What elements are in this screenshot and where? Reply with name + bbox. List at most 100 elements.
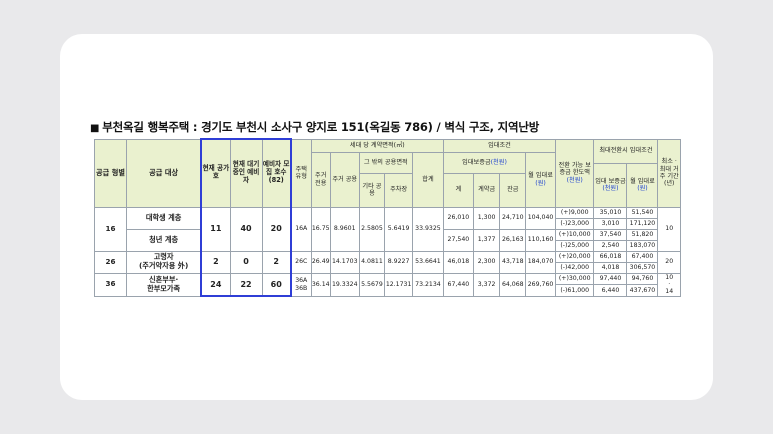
cell-deposit-youth: 27,540 xyxy=(442,228,474,252)
cell-balance-college: 24,710 xyxy=(499,206,527,230)
cell-deposit-36: 67,440 xyxy=(442,272,474,297)
cell-contract-26: 2,300 xyxy=(472,250,501,274)
cell-min-residence-36: 10 · 14 xyxy=(657,272,681,297)
deposit-group-label: 임대보증금 xyxy=(462,158,491,166)
header-area-group: 세대 당 계약면적(㎡) xyxy=(310,138,444,153)
cell-contract-36: 3,372 xyxy=(472,272,501,297)
cell-deposit-college: 26,010 xyxy=(442,206,474,230)
housing-table: 공급 형별 공급 대상 현재 공가 호 현재 대기 중인 예비자 예비자 모집 … xyxy=(93,138,681,298)
cell-mc-plus-rent-26: 67,400 xyxy=(626,250,659,263)
cell-parking-26: 8.9227 xyxy=(384,250,413,274)
cell-rent-college: 104,040 xyxy=(525,206,556,230)
cell-parking-36: 12.1731 xyxy=(384,272,413,297)
cell-conv-minus-youth: (-)25,000 xyxy=(554,239,595,252)
cell-conv-minus-college: (-)23,000 xyxy=(554,217,595,230)
cell-reserve-16: 20 xyxy=(261,206,292,252)
mc-rent-label: 월 임대료 xyxy=(630,177,655,185)
cell-other-shared-36: 5.5679 xyxy=(358,272,386,297)
cell-conv-minus-26: (-)42,000 xyxy=(554,261,595,274)
cell-exclusive-26: 26.49 xyxy=(310,250,331,274)
cell-type-36: 36 xyxy=(93,272,128,297)
header-reserve-recruit: 예비자 모집 호수 (82) xyxy=(261,138,292,208)
document-title: ■ 부천옥길 행복주택 : 경기도 부천시 소사구 양지로 151(옥길동 786… xyxy=(90,119,539,135)
header-mc-rent: 월 임대료 (원) xyxy=(626,162,659,208)
header-lease-terms: 임대조건 xyxy=(442,138,557,153)
cell-vacancy-36: 24 xyxy=(200,272,231,298)
cell-waiting-26: 0 xyxy=(229,250,263,274)
cell-rent-26: 184,070 xyxy=(525,250,556,274)
header-deposit-total: 계 xyxy=(442,172,474,208)
cell-total-36: 73.2134 xyxy=(411,272,444,297)
cell-mc-minus-rent-26: 306,570 xyxy=(626,261,659,274)
header-max-conversion: 최대전환시 임대조건 xyxy=(593,138,659,164)
header-conversion: 전환 가능 보증금 한도액 (천원) xyxy=(554,138,595,208)
min-residence-36-2: 14 xyxy=(665,288,674,296)
cell-balance-26: 43,718 xyxy=(499,250,527,274)
mc-rent-unit: (원) xyxy=(637,185,648,192)
header-current-waiting: 현재 대기 중인 예비자 xyxy=(229,138,263,208)
header-parking: 주차장 xyxy=(384,172,413,208)
cell-mc-plus-deposit-36: 97,440 xyxy=(593,272,628,286)
header-other-shared: 기타 공용 xyxy=(358,172,386,208)
header-row-1: 공급 형별 공급 대상 현재 공가 호 현재 대기 중인 예비자 예비자 모집 … xyxy=(93,138,681,208)
cell-mc-plus-deposit-youth: 37,540 xyxy=(593,228,628,241)
cell-vacancy-16: 11 xyxy=(200,206,231,252)
cell-mc-minus-deposit-26: 4,018 xyxy=(593,261,628,274)
cell-waiting-16: 40 xyxy=(229,206,263,252)
header-total: 합계 xyxy=(411,151,444,208)
cell-rent-36: 269,760 xyxy=(525,272,556,297)
cell-shared-26: 14.1703 xyxy=(329,250,360,274)
cell-target-youth: 청년 계층 xyxy=(126,228,202,252)
header-other-shared-group: 그 밖의 공용면적 xyxy=(358,151,413,174)
conversion-label: 전환 가능 보증금 한도액 xyxy=(558,161,591,177)
target-26-line2: (주거약자용 外) xyxy=(138,261,189,270)
mc-deposit-label: 임대 보증금 xyxy=(595,177,626,185)
header-monthly-rent: 월 임대료 (원) xyxy=(525,151,556,208)
reserve-recruit-label: 예비자 모집 호수 xyxy=(262,160,290,177)
cell-type-26: 26 xyxy=(93,250,128,274)
table-wrapper: 공급 형별 공급 대상 현재 공가 호 현재 대기 중인 예비자 예비자 모집 … xyxy=(93,138,681,298)
cell-other-shared-16: 2.5805 xyxy=(358,206,386,252)
header-exclusive: 주거 전용 xyxy=(310,151,331,208)
cell-mc-plus-rent-college: 51,540 xyxy=(626,206,659,219)
cell-mc-plus-rent-youth: 51,820 xyxy=(626,228,659,241)
cell-other-shared-26: 4.0811 xyxy=(358,250,386,274)
cell-shared-36: 19.3324 xyxy=(329,272,360,297)
cell-conv-plus-college: (+)9,000 xyxy=(554,206,595,219)
cell-mc-minus-deposit-youth: 2,540 xyxy=(593,239,628,252)
content-card: ■ 부천옥길 행복주택 : 경기도 부천시 소사구 양지로 151(옥길동 786… xyxy=(60,34,713,400)
monthly-rent-label: 월 임대료 xyxy=(528,172,553,180)
target-36-line1: 신혼부부· xyxy=(149,275,179,285)
cell-rent-youth: 110,160 xyxy=(525,228,556,252)
cell-conv-plus-youth: (+)10,000 xyxy=(554,228,595,241)
mc-deposit-unit: (천원) xyxy=(602,185,619,192)
cell-min-residence-26: 20 xyxy=(657,250,681,274)
cell-conv-plus-26: (+)20,000 xyxy=(554,250,595,263)
target-26-line1: 고령자 xyxy=(153,252,174,262)
cell-shared-16: 8.9601 xyxy=(329,206,360,252)
cell-total-26: 53.6641 xyxy=(411,250,444,274)
min-residence-36-1: 10 xyxy=(665,273,674,281)
cell-deposit-26: 46,018 xyxy=(442,250,474,274)
header-house-type: 주택 유형 xyxy=(290,138,312,208)
target-36-line2: 한부모가족 xyxy=(147,283,181,293)
conversion-unit: (천원) xyxy=(566,176,583,184)
housetype-36b: 36B xyxy=(295,284,308,292)
cell-reserve-26: 2 xyxy=(261,250,292,274)
table-row-36-a: 36 신혼부부· 한부모가족 24 22 60 36A 36B 36.14 19… xyxy=(93,272,681,298)
header-supply-type: 공급 형별 xyxy=(93,138,128,208)
deposit-group-unit: (천원) xyxy=(490,158,507,166)
cell-mc-plus-rent-36: 94,760 xyxy=(626,272,659,286)
cell-type-16: 16 xyxy=(93,206,128,252)
housetype-36a: 36A xyxy=(295,277,308,285)
cell-mc-minus-rent-college: 171,120 xyxy=(626,217,659,230)
cell-contract-college: 1,300 xyxy=(472,206,501,230)
cell-parking-16: 5.6419 xyxy=(384,206,413,252)
cell-mc-minus-rent-36: 437,670 xyxy=(626,284,659,297)
cell-vacancy-26: 2 xyxy=(200,250,231,274)
cell-mc-minus-deposit-36: 6,440 xyxy=(593,284,628,297)
cell-balance-36: 64,068 xyxy=(499,272,527,297)
cell-conv-minus-36: (-)61,000 xyxy=(554,284,595,297)
cell-reserve-36: 60 xyxy=(261,272,292,298)
header-contract-fee: 계약금 xyxy=(472,172,501,208)
